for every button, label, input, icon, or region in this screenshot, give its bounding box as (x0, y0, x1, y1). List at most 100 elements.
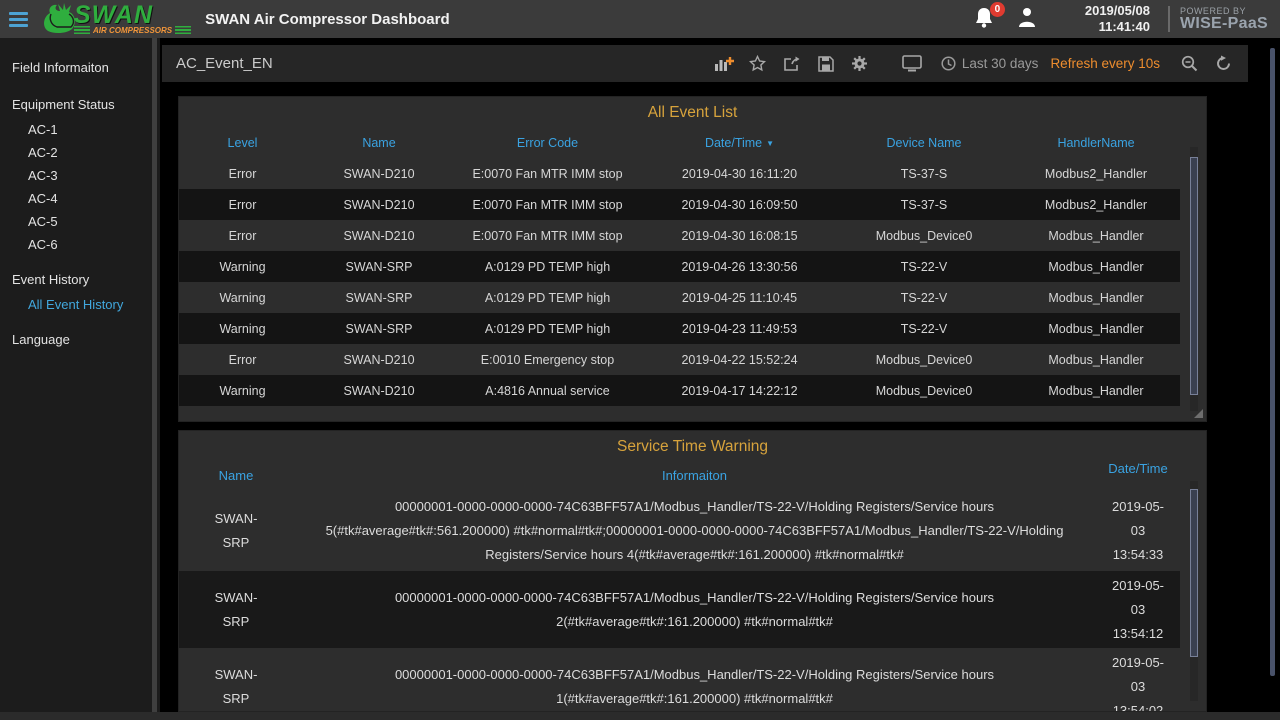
column-header-informaiton[interactable]: Informaiton (293, 460, 1096, 491)
panel-resize-handle[interactable] (1194, 409, 1203, 418)
share-button[interactable] (777, 50, 807, 78)
table-row[interactable]: WarningSWAN-SRPA:0129 PD TEMP high2019-0… (179, 251, 1180, 282)
service-table-header: NameInformaitonDate/Time (179, 460, 1180, 491)
table-cell: A:0129 PD TEMP high (452, 322, 643, 336)
service-datetime: 2019-05-03 13:54:02 (1107, 651, 1169, 713)
sidebar-item-field-informaiton[interactable]: Field Informaiton (0, 54, 160, 81)
refresh-button[interactable] (1208, 50, 1238, 78)
refresh-rate-label: Refresh every 10s (1050, 56, 1160, 71)
service-row[interactable]: SWAN-SRP00000001-0000-0000-0000-74C63BFF… (179, 648, 1180, 712)
table-cell: Modbus2_Handler (1012, 167, 1180, 181)
table-cell: SWAN-SRP (306, 291, 452, 305)
table-row[interactable]: ErrorSWAN-D210E:0070 Fan MTR IMM stop201… (179, 189, 1180, 220)
table-cell: SWAN-D210 (306, 198, 452, 212)
table-cell: Warning (179, 384, 306, 398)
sidebar-item-ac-5[interactable]: AC-5 (0, 210, 160, 233)
save-icon (818, 56, 834, 72)
swan-logo: SWAN AIR COMPRESSORS (38, 0, 191, 38)
service-info: 00000001-0000-0000-0000-74C63BFF57A1/Mod… (293, 491, 1096, 571)
table-row[interactable]: ErrorSWAN-D210E:0010 Emergency stop2019-… (179, 344, 1180, 375)
service-name: SWAN-SRP (207, 586, 265, 634)
menu-icon[interactable] (0, 0, 36, 38)
bottom-edge (0, 712, 1280, 720)
add-panel-button[interactable] (709, 50, 739, 78)
star-icon (749, 55, 766, 72)
table-row[interactable]: ErrorSWAN-D210E:0070 Fan MTR IMM stop201… (179, 220, 1180, 251)
time-range-picker[interactable]: Last 30 days Refresh every 10s (931, 56, 1170, 71)
table-cell: Warning (179, 291, 306, 305)
settings-icon (851, 55, 868, 72)
topbar-divider (1168, 6, 1170, 32)
page-number-2[interactable]: 2 (676, 419, 684, 422)
sidebar-scrollbar[interactable] (152, 38, 157, 712)
sidebar-item-ac-6[interactable]: AC-6 (0, 233, 160, 256)
notifications-button[interactable]: 0 (973, 6, 997, 32)
sidebar-item-ac-2[interactable]: AC-2 (0, 141, 160, 164)
page-number-1[interactable]: 1 (644, 419, 652, 422)
table-cell: SWAN-D210 (306, 229, 452, 243)
page-scrollbar[interactable] (1270, 48, 1275, 676)
service-scrollbar-thumb[interactable] (1190, 489, 1198, 657)
current-date: 2019/05/08 (1085, 3, 1150, 19)
table-row[interactable]: WarningSWAN-D210A:4816 Annual service201… (179, 375, 1180, 406)
sidebar-item-all-event-history[interactable]: All Event History (0, 293, 160, 316)
table-row[interactable]: ErrorSWAN-D210E:0070 Fan MTR IMM stop201… (179, 158, 1180, 189)
save-button[interactable] (811, 50, 841, 78)
table-cell: 2019-04-25 11:10:45 (643, 291, 836, 305)
table-cell: Modbus_Device0 (836, 384, 1012, 398)
event-scrollbar-thumb[interactable] (1190, 157, 1198, 395)
logo-name: SWAN (74, 3, 191, 28)
service-info: 00000001-0000-0000-0000-74C63BFF57A1/Mod… (293, 582, 1096, 638)
sidebar-item-ac-1[interactable]: AC-1 (0, 118, 160, 141)
sidebar-item-event-history[interactable]: Event History (0, 266, 160, 293)
event-list-title: All Event List (179, 97, 1206, 122)
sidebar-item-equipment-status[interactable]: Equipment Status (0, 91, 160, 118)
table-cell: SWAN-SRP (306, 260, 452, 274)
column-header-handlername[interactable]: HandlerName (1012, 128, 1180, 158)
table-cell: Warning (179, 260, 306, 274)
sidebar-item-language[interactable]: Language (0, 326, 160, 353)
column-header-error-code[interactable]: Error Code (452, 128, 643, 158)
sidebar-item-ac-3[interactable]: AC-3 (0, 164, 160, 187)
settings-button[interactable] (845, 50, 875, 78)
clock-display: 2019/05/08 11:41:40 (1085, 3, 1150, 36)
star-button[interactable] (743, 50, 773, 78)
column-header-date-time[interactable]: Date/Time (1096, 453, 1180, 484)
table-cell: A:4816 Annual service (452, 384, 643, 398)
column-header-device-name[interactable]: Device Name (836, 128, 1012, 158)
table-cell: SWAN-D210 (306, 167, 452, 181)
column-header-name[interactable]: Name (179, 460, 293, 491)
notification-badge: 0 (990, 2, 1005, 17)
logo-stripes-right (175, 26, 191, 35)
logo-stripes-left (74, 26, 90, 35)
table-row[interactable]: WarningSWAN-SRPA:0129 PD TEMP high2019-0… (179, 313, 1180, 344)
current-time: 11:41:40 (1085, 19, 1150, 35)
table-cell: TS-22-V (836, 322, 1012, 336)
column-header-level[interactable]: Level (179, 128, 306, 158)
share-icon (783, 56, 801, 72)
table-cell: Error (179, 353, 306, 367)
table-cell: SWAN-D210 (306, 384, 452, 398)
table-cell: Modbus_Handler (1012, 260, 1180, 274)
table-row[interactable]: WarningSWAN-SRPA:0129 PD TEMP high2019-0… (179, 282, 1180, 313)
powered-by: POWERED BY WISE-PaaS (1168, 6, 1268, 32)
refresh-icon (1215, 55, 1232, 72)
table-cell: Error (179, 229, 306, 243)
tv-mode-button[interactable] (897, 50, 927, 78)
user-button[interactable] (1015, 5, 1039, 34)
user-icon (1015, 5, 1039, 29)
table-cell: 2019-04-23 11:49:53 (643, 322, 836, 336)
service-info: 00000001-0000-0000-0000-74C63BFF57A1/Mod… (293, 659, 1096, 713)
table-cell: 2019-04-30 16:11:20 (643, 167, 836, 181)
column-header-date-time[interactable]: Date/Time▼ (643, 128, 836, 158)
sidebar-item-ac-4[interactable]: AC-4 (0, 187, 160, 210)
table-cell: TS-37-S (836, 167, 1012, 181)
zoom-out-button[interactable] (1174, 50, 1204, 78)
service-row[interactable]: SWAN-SRP00000001-0000-0000-0000-74C63BFF… (179, 491, 1180, 571)
column-header-name[interactable]: Name (306, 128, 452, 158)
table-cell: Modbus_Handler (1012, 291, 1180, 305)
page-number-3[interactable]: 3 (707, 419, 715, 422)
service-row[interactable]: SWAN-SRP 00000001-0000-0000-0000-74C63BFF… (179, 571, 1180, 648)
table-cell: Modbus2_Handler (1012, 198, 1180, 212)
zoom-out-icon (1181, 55, 1198, 72)
